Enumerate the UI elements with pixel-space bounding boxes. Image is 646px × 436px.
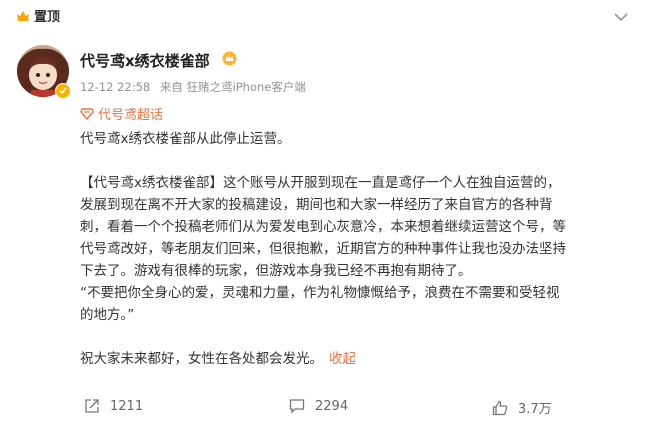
content-line: 刺，看着一个个投稿老师们从为爱发电到心灰意冷，本来想着继续运营这个号，等 (80, 219, 566, 235)
content-line: 【代号鸢x绣衣楼雀部】这个账号从开服到现在一直是鸢仔一个人在独自运营的， (80, 175, 561, 191)
like-icon (492, 400, 508, 415)
content-line: 祝大家未来都好，女性在各处都会发光。 (80, 351, 323, 367)
topic-label: 代号鸢超话 (98, 108, 164, 123)
repost-button[interactable]: 1211 (84, 398, 143, 414)
content-line: 下去了。游戏有很棒的玩家，但游戏本身我已经不再抱有期待了。 (80, 263, 472, 279)
topic-link[interactable]: 代号鸢超话 (80, 104, 163, 123)
pinned-label: 置顶 (34, 10, 61, 25)
post-time[interactable]: 12-12 22:58 (80, 80, 150, 94)
content-line: 的地方。” (80, 307, 135, 323)
content-line: 代号鸢x绣衣楼雀部从此停止运营。 (80, 131, 291, 147)
like-button[interactable]: 3.7万 (492, 398, 552, 417)
post-source: 来自 狂赌之鸢iPhone客户端 (159, 80, 306, 94)
post-meta: 12-12 22:58 来自 狂赌之鸢iPhone客户端 (80, 79, 312, 95)
chevron-down-icon (614, 12, 628, 21)
user-name[interactable]: 代号鸢x绣衣楼雀部 (80, 50, 210, 71)
member-crown-icon[interactable] (222, 51, 237, 66)
repost-icon (85, 399, 99, 413)
content-line: 代号鸢改好，等老朋友们回来，但很抱歉，近期官方的种种事件让我也没办法坚持 (80, 241, 566, 257)
comment-icon (289, 399, 305, 414)
post-content: 代号鸢x绣衣楼雀部从此停止运营。 【代号鸢x绣衣楼雀部】这个账号从开服到现在一直… (80, 128, 620, 370)
like-count: 3.7万 (518, 402, 552, 417)
comment-button[interactable]: 2294 (289, 398, 348, 414)
repost-count: 1211 (110, 398, 144, 414)
content-line: “不要把你全身心的爱，灵魂和力量，作为礼物慷慨给予，浪费在不需要和受轻视 (80, 285, 560, 301)
collapse-link[interactable]: 收起 (329, 351, 356, 367)
action-bar: 1211 2294 3.7万 (0, 398, 646, 422)
more-options-button[interactable] (612, 8, 630, 26)
pin-icon (17, 10, 29, 21)
pinned-indicator: 置顶 (16, 6, 60, 25)
verified-badge-icon (55, 83, 71, 99)
content-line-last: 祝大家未来都好，女性在各处都会发光。 收起 (80, 348, 620, 370)
comment-count: 2294 (315, 398, 349, 414)
topic-icon (80, 107, 94, 120)
content-line: 发展到现在离不开大家的投稿建设，期间也和大家一样经历了来自官方的各种背 (80, 197, 553, 213)
